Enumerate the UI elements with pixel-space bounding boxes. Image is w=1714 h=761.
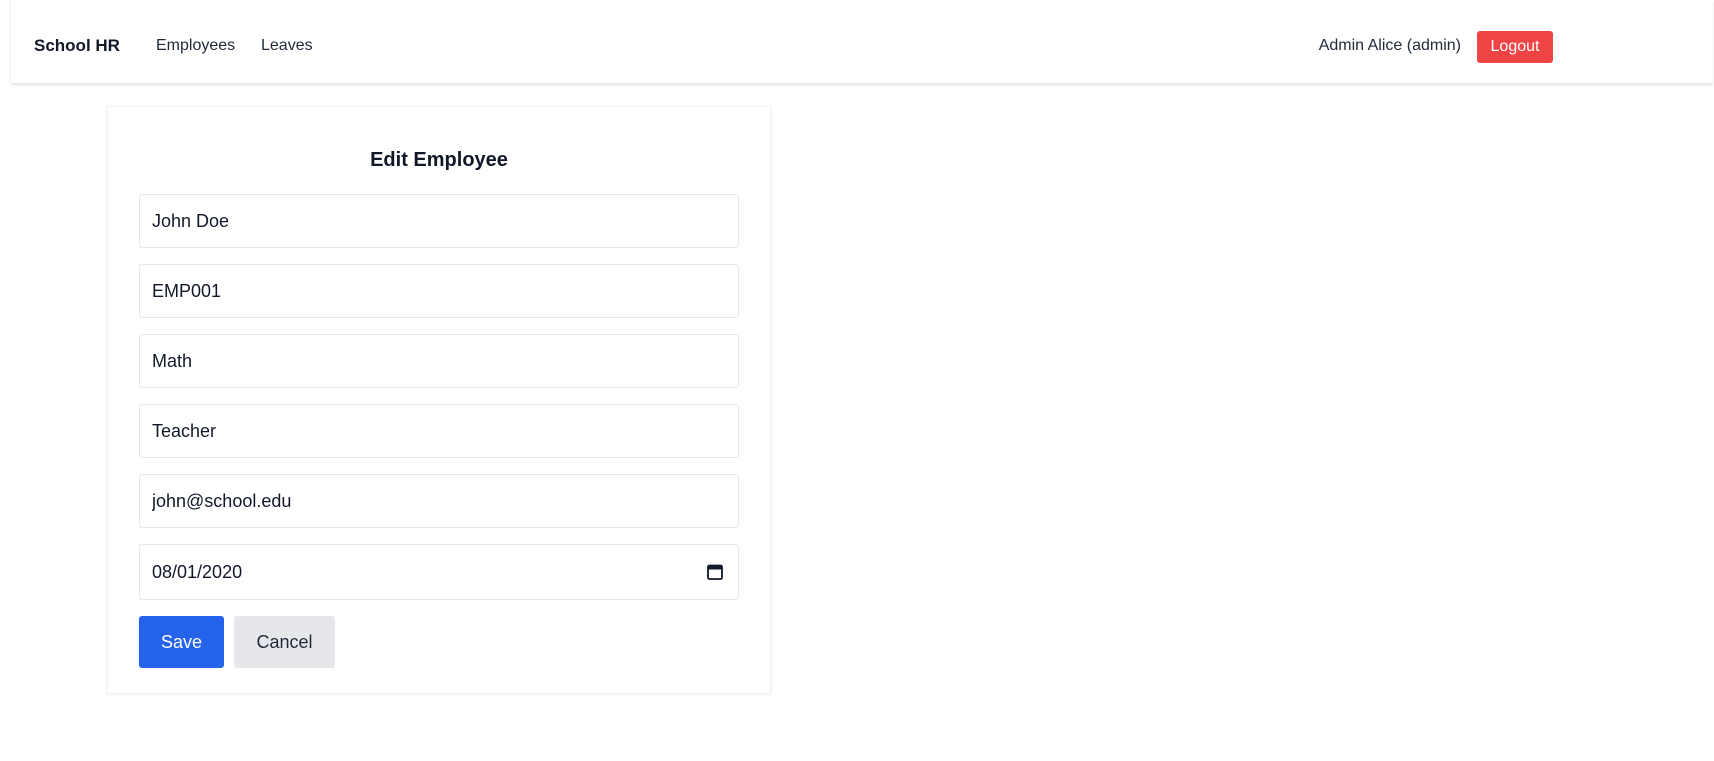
logout-button[interactable]: Logout — [1477, 31, 1553, 63]
role-field[interactable] — [139, 404, 739, 458]
name-field[interactable] — [139, 194, 739, 248]
edit-employee-form: Edit Employee 08/01/2020 Save Cancel — [107, 106, 771, 694]
calendar-icon[interactable] — [706, 563, 724, 581]
nav-link-employees[interactable]: Employees — [156, 37, 235, 55]
form-title: Edit Employee — [370, 149, 508, 171]
current-user-label: Admin Alice (admin) — [1318, 37, 1461, 54]
join-date-field[interactable]: 08/01/2020 — [139, 544, 739, 600]
brand-logo-text[interactable]: School HR — [34, 36, 120, 56]
email-field[interactable] — [139, 474, 739, 528]
employee-id-field[interactable] — [139, 264, 739, 318]
save-button[interactable]: Save — [139, 616, 224, 668]
nav-link-leaves[interactable]: Leaves — [261, 37, 313, 55]
join-date-value: 08/01/2020 — [152, 562, 243, 582]
top-navbar: School HR Employees Leaves Admin Alice (… — [11, 0, 1713, 84]
cancel-button[interactable]: Cancel — [234, 616, 335, 668]
department-field[interactable] — [139, 334, 739, 388]
